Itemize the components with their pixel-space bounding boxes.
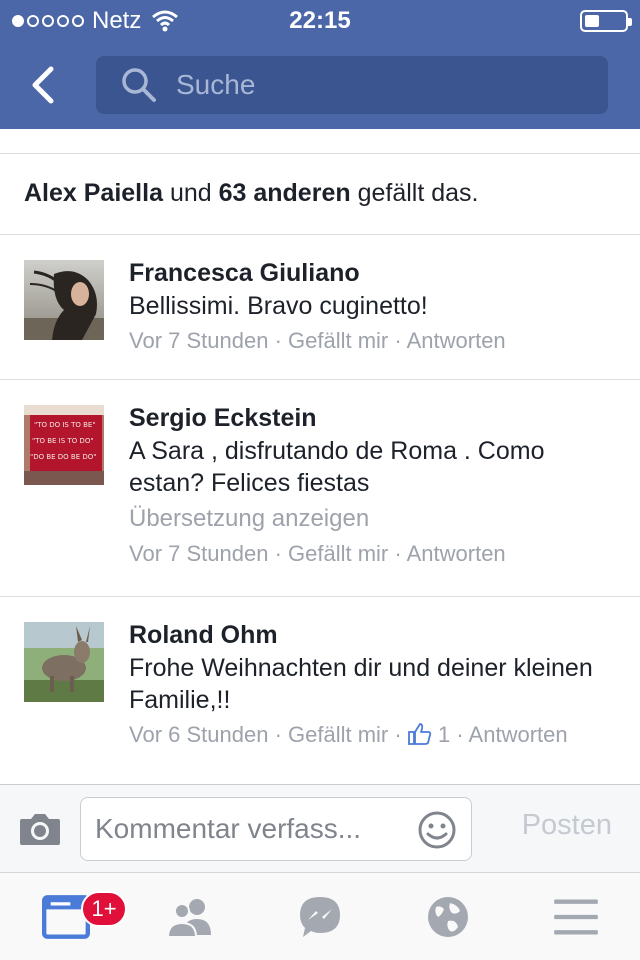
- comment-time: Vor 6 Stunden: [129, 722, 269, 747]
- like-count[interactable]: 1: [438, 722, 450, 747]
- reply-button[interactable]: Antworten: [469, 722, 568, 747]
- likes-summary[interactable]: Alex Paiella und 63 anderen gefällt das.: [24, 179, 479, 208]
- status-bar: Netz 22:15: [0, 0, 640, 42]
- likes-others[interactable]: 63 anderen: [219, 179, 351, 207]
- avatar-text: "TO BE IS TO DO": [32, 437, 94, 445]
- comment-text: Frohe Weihnachten dir und deiner kleinen…: [129, 654, 593, 714]
- notification-badge: 1+: [81, 891, 127, 927]
- comment-meta: Vor 7 Stunden · Gefällt mir · Antworten: [129, 541, 506, 566]
- comment-item: Francesca Giuliano Bellissimi. Bravo cug…: [0, 234, 640, 379]
- comment-author[interactable]: Roland Ohm: [129, 620, 620, 650]
- search-icon: [122, 68, 156, 102]
- comment-author[interactable]: Francesca Giuliano: [129, 258, 620, 288]
- divider: [0, 153, 640, 154]
- avatar[interactable]: [24, 260, 104, 340]
- show-translation-link[interactable]: Übersetzung anzeigen: [129, 503, 620, 535]
- comment-body: Roland Ohm Frohe Weihnachten dir und dei…: [129, 620, 620, 750]
- thumbs-up-icon: [407, 723, 432, 745]
- camera-icon[interactable]: [18, 811, 62, 847]
- emoji-icon[interactable]: [417, 810, 457, 850]
- comment-body: Sergio Eckstein A Sara , disfrutando de …: [129, 403, 620, 569]
- reply-button[interactable]: Antworten: [407, 328, 506, 353]
- nav-bar: Suche: [0, 42, 640, 129]
- battery-icon: [580, 10, 632, 32]
- chevron-left-icon: [32, 66, 54, 104]
- likes-suffix: gefällt das.: [357, 179, 479, 207]
- comments-feed[interactable]: Alex Paiella und 63 anderen gefällt das.: [0, 129, 640, 784]
- search-placeholder: Suche: [176, 69, 256, 100]
- messenger-icon[interactable]: [296, 895, 344, 939]
- comment-meta: Vor 6 Stunden · Gefällt mir · 1 · Antwor…: [129, 722, 568, 747]
- comment-meta: Vor 7 Stunden · Gefällt mir · Antworten: [129, 328, 506, 353]
- comment-body: Francesca Giuliano Bellissimi. Bravo cug…: [129, 258, 620, 356]
- avatar[interactable]: "TO DO IS TO BE" "TO BE IS TO DO" "DO BE…: [24, 405, 104, 485]
- globe-icon[interactable]: [424, 895, 472, 939]
- comment-item: Roland Ohm Frohe Weihnachten dir und dei…: [0, 596, 640, 784]
- menu-icon[interactable]: [552, 895, 600, 939]
- likes-connector: und: [169, 179, 212, 207]
- comment-author[interactable]: Sergio Eckstein: [129, 403, 620, 433]
- comment-text: A Sara , disfrutando de Roma . Como esta…: [129, 437, 545, 497]
- avatar-text: "DO BE DO BE DO": [30, 453, 97, 461]
- comment-text: Bellissimi. Bravo cuginetto!: [129, 292, 428, 320]
- reply-button[interactable]: Antworten: [407, 541, 506, 566]
- like-comment-button[interactable]: Gefällt mir: [288, 541, 388, 566]
- comment-input[interactable]: [95, 798, 395, 860]
- header: Netz 22:15 Suche: [0, 0, 640, 129]
- back-button[interactable]: [18, 60, 68, 110]
- comment-input-box[interactable]: [80, 797, 472, 861]
- search-field[interactable]: Suche: [96, 56, 608, 114]
- avatar[interactable]: [24, 622, 104, 702]
- like-comment-button[interactable]: Gefällt mir: [288, 722, 388, 747]
- tab-bar: 1+: [0, 872, 640, 960]
- friends-icon[interactable]: [166, 895, 214, 939]
- avatar-text: "TO DO IS TO BE": [34, 421, 96, 429]
- comment-time: Vor 7 Stunden: [129, 328, 269, 353]
- comment-time: Vor 7 Stunden: [129, 541, 269, 566]
- comment-item: "TO DO IS TO BE" "TO BE IS TO DO" "DO BE…: [0, 379, 640, 596]
- post-button[interactable]: Posten: [522, 809, 612, 842]
- liker-name[interactable]: Alex Paiella: [24, 179, 163, 207]
- comment-composer: Posten: [0, 784, 640, 872]
- status-time: 22:15: [289, 7, 351, 34]
- like-comment-button[interactable]: Gefällt mir: [288, 328, 388, 353]
